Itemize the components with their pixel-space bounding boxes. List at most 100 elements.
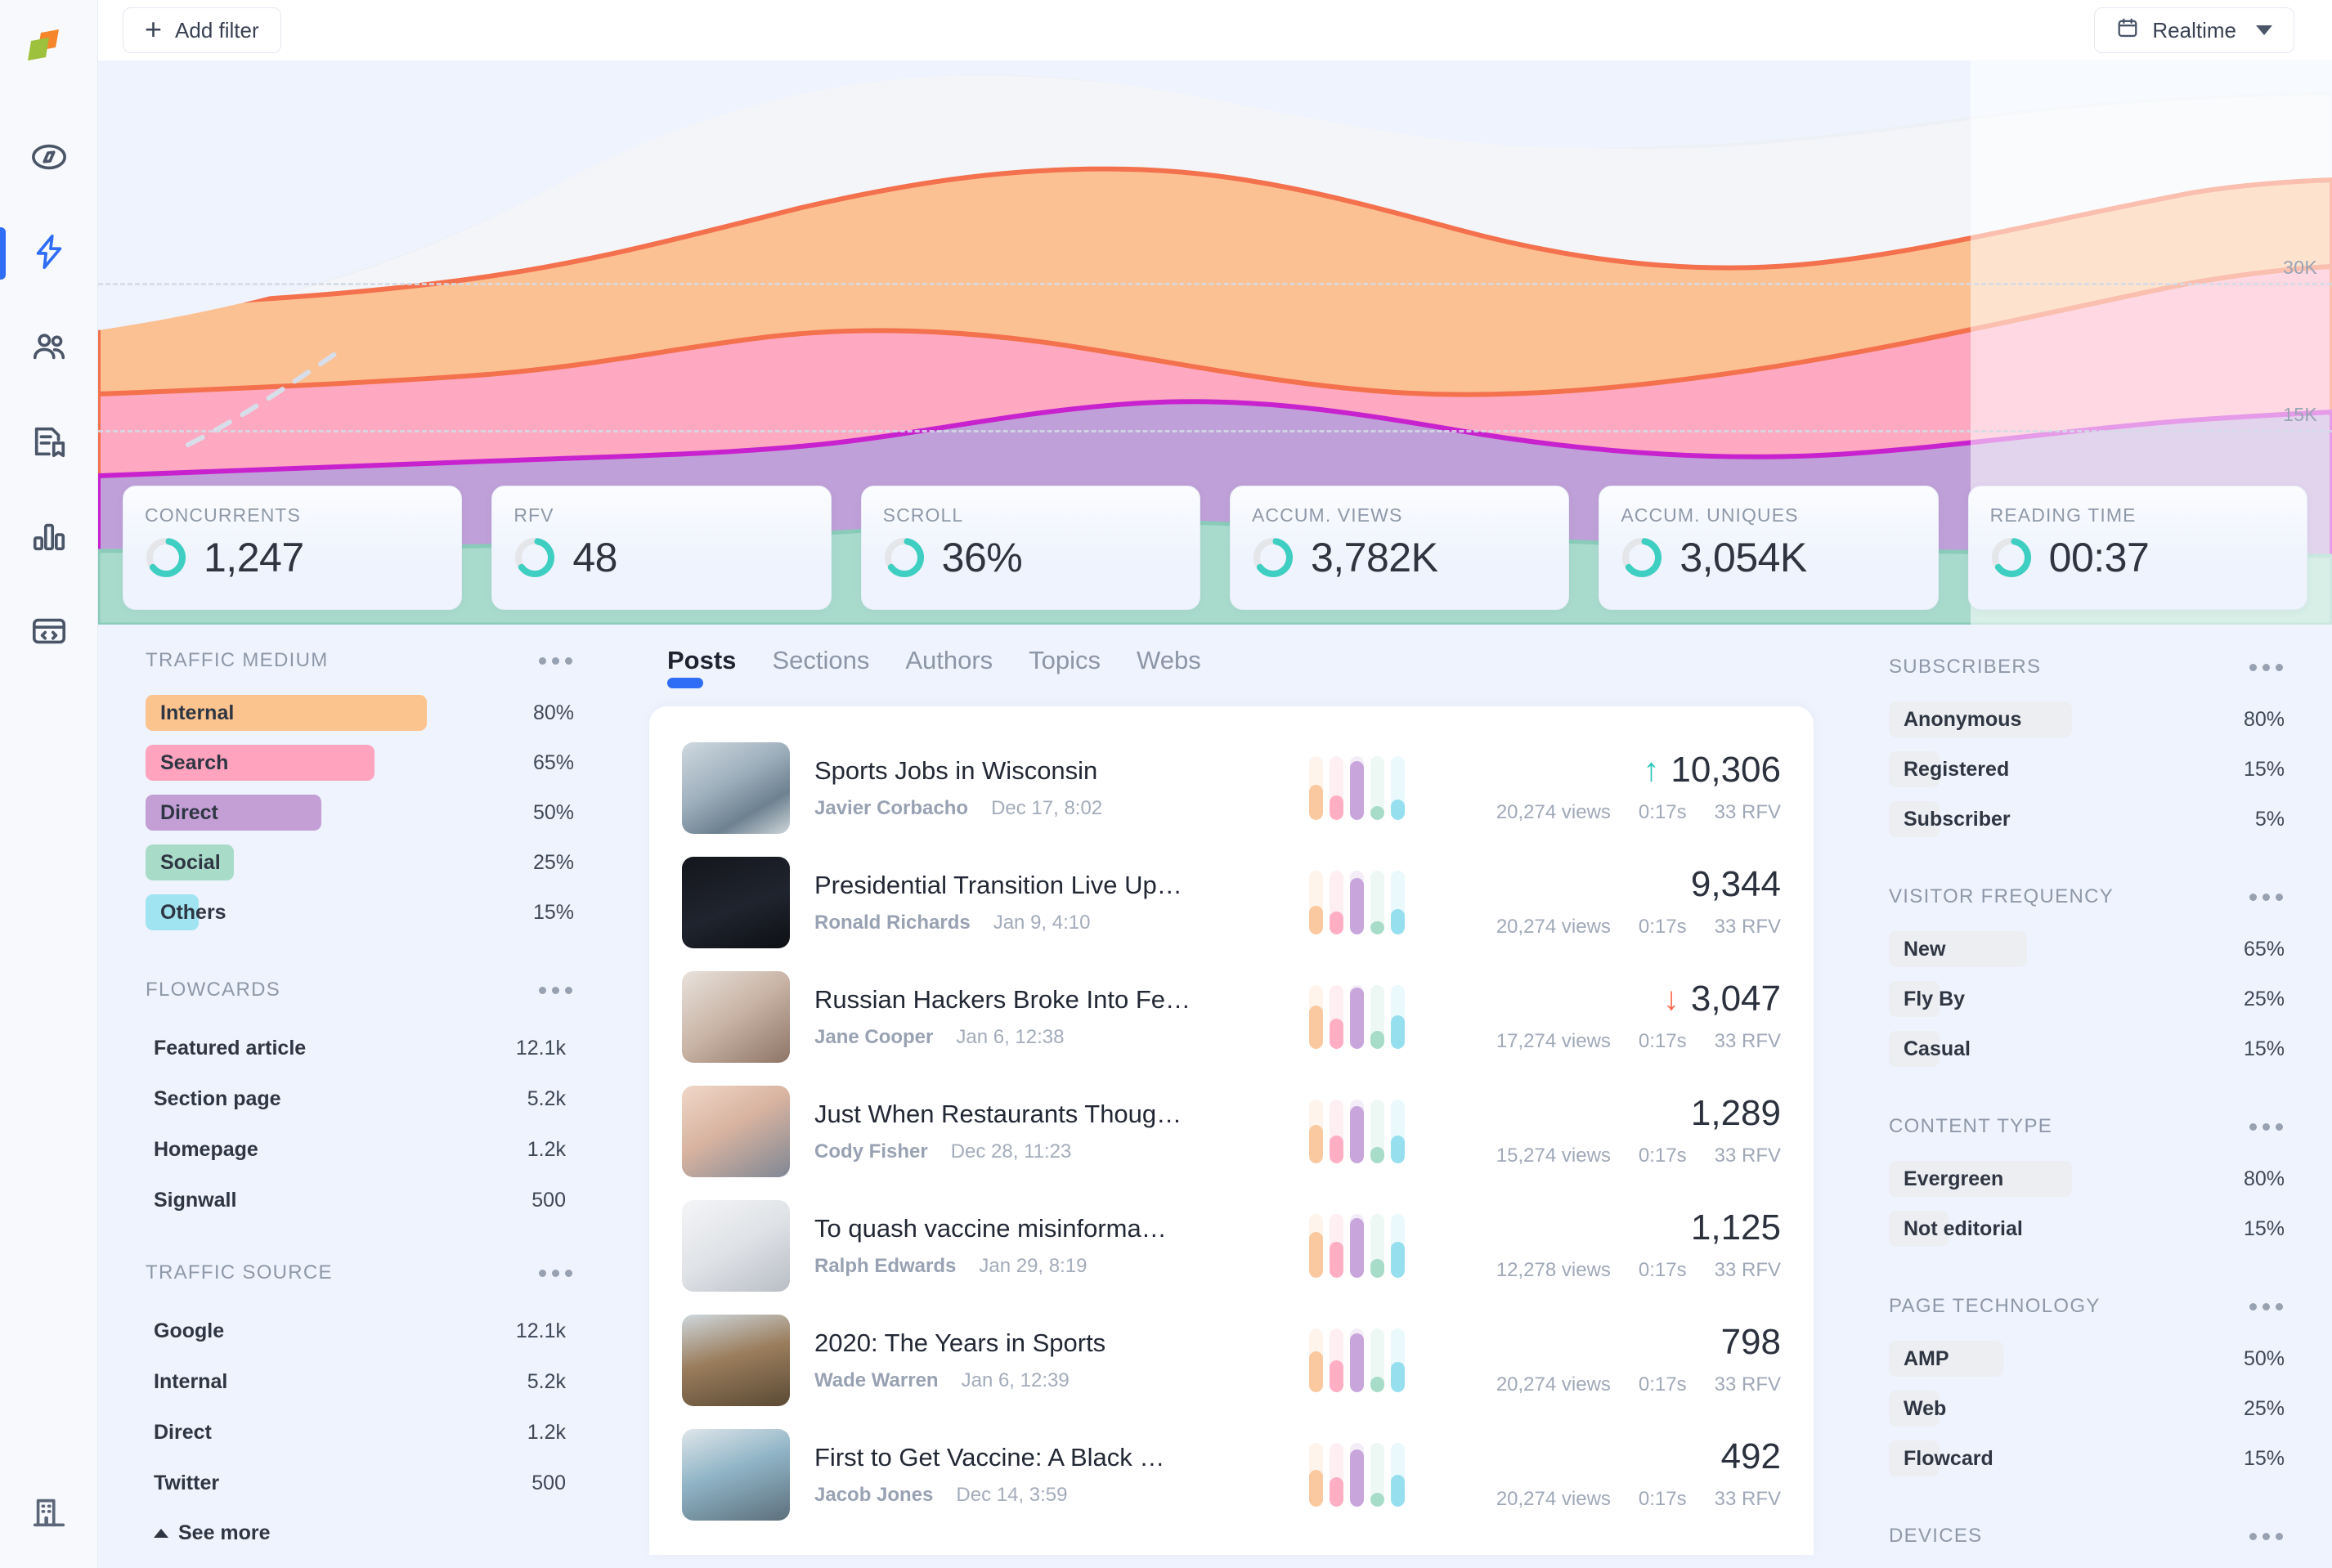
post-row[interactable]: Russian Hackers Broke Into Fe…Jane Coope… (682, 960, 1781, 1074)
bar-row[interactable]: Others15% (146, 893, 574, 932)
list-item[interactable]: Internal5.2k (146, 1356, 574, 1407)
post-title[interactable]: Just When Restaurants Thoug… (814, 1100, 1309, 1129)
see-more-label: See more (178, 1521, 271, 1545)
bar-row[interactable]: New65% (1889, 930, 2285, 969)
tab-topics[interactable]: Topics (1029, 646, 1101, 688)
plus-icon: + (145, 15, 162, 44)
metric-label: RFV (513, 504, 809, 526)
tab-sections[interactable]: Sections (772, 646, 869, 688)
gauge-icon (1252, 536, 1294, 579)
spark-bar (1309, 756, 1323, 820)
flag-logo[interactable] (23, 21, 75, 74)
post-author: Ralph Edwards (814, 1255, 956, 1278)
article-bookmark-icon (30, 423, 68, 464)
tab-authors[interactable]: Authors (905, 646, 993, 688)
metric-card[interactable]: Reading time00:37 (1968, 486, 2307, 610)
post-title[interactable]: Sports Jobs in Wisconsin (814, 756, 1309, 786)
metric-card[interactable]: Concurrents1,247 (123, 486, 462, 610)
spark-bar (1350, 985, 1364, 1049)
post-row[interactable]: To quash vaccine misinforma… Ralph Edward… (682, 1189, 1781, 1303)
post-thumbnail (682, 1086, 790, 1177)
bar-track: Not editorial (1889, 1211, 1949, 1247)
more-options-icon[interactable] (537, 1265, 574, 1282)
post-title[interactable]: First to Get Vaccine: A Black … (814, 1443, 1309, 1472)
bar-row[interactable]: AMP50% (1889, 1339, 2285, 1378)
more-options-icon[interactable] (2248, 889, 2285, 906)
bar-row[interactable]: Anonymous80% (1889, 700, 2285, 739)
spark-bar (1370, 1328, 1384, 1392)
sidebar-item-organization[interactable] (0, 1494, 98, 1535)
traffic-source-header: Traffic source (146, 1261, 574, 1284)
list-item-label: Google (154, 1319, 224, 1343)
post-row[interactable]: First to Get Vaccine: A Black …Jacob Jon… (682, 1418, 1781, 1532)
tab-webs[interactable]: Webs (1137, 646, 1201, 688)
bar-row[interactable]: Fly By25% (1889, 979, 2285, 1019)
bar-row[interactable]: Subscriber5% (1889, 800, 2285, 839)
visitor-frequency-title: Visitor frequency (1889, 885, 2114, 908)
bar-row[interactable]: Search65% (146, 743, 574, 782)
post-title[interactable]: Russian Hackers Broke Into Fe… (814, 985, 1309, 1015)
more-options-icon[interactable] (2248, 1528, 2285, 1545)
post-row[interactable]: Presidential Transition Live Up…Ronald R… (682, 845, 1781, 960)
bar-row[interactable]: Internal80% (146, 693, 574, 732)
metric-label: Accum. uniques (1621, 504, 1916, 526)
post-title[interactable]: Presidential Transition Live Up… (814, 871, 1309, 900)
sidebar-item-developers[interactable] (0, 585, 98, 680)
post-title[interactable]: To quash vaccine misinforma… (814, 1214, 1309, 1243)
see-more-button[interactable]: See more (146, 1521, 574, 1545)
post-row[interactable]: 2020: The Years in SportsWade WarrenJan … (682, 1303, 1781, 1418)
bar-row[interactable]: Evergreen80% (1889, 1159, 2285, 1198)
tab-posts[interactable]: Posts (667, 646, 736, 688)
metric-card[interactable]: Accum. uniques3,054K (1599, 486, 1938, 610)
more-options-icon[interactable] (2248, 659, 2285, 676)
post-row[interactable]: Just When Restaurants Thoug…Cody FisherD… (682, 1074, 1781, 1189)
bar-track: Web (1889, 1391, 1940, 1427)
date-range-button[interactable]: Realtime (2094, 7, 2294, 53)
list-item[interactable]: Google12.1k (146, 1306, 574, 1356)
bar-row[interactable]: Flowcard15% (1889, 1439, 2285, 1478)
page-technology-list: AMP50% Web25% Flowcard15% (1889, 1339, 2285, 1478)
more-options-icon[interactable] (537, 652, 574, 670)
list-item[interactable]: Featured article12.1k (146, 1023, 574, 1073)
list-item[interactable]: Signwall500 (146, 1175, 574, 1225)
more-options-icon[interactable] (2248, 1298, 2285, 1315)
metric-card[interactable]: RFV48 (491, 486, 831, 610)
post-metric-value: 798 (1454, 1324, 1781, 1360)
bar-row[interactable]: Web25% (1889, 1389, 2285, 1428)
y-tick-15k: 15K (2283, 404, 2317, 426)
add-filter-button[interactable]: + Add filter (123, 7, 281, 53)
more-options-icon[interactable] (2248, 1118, 2285, 1136)
sidebar-item-explore[interactable] (0, 111, 98, 206)
list-item[interactable]: Twitter500 (146, 1458, 574, 1508)
post-author: Javier Corbacho (814, 797, 968, 820)
dashboard-content: Traffic medium Internal80%Search65%Direc… (98, 625, 2332, 1568)
list-item[interactable]: Homepage1.2k (146, 1124, 574, 1175)
bar-row[interactable]: Casual15% (1889, 1029, 2285, 1068)
bar-chart-icon (30, 517, 68, 559)
bar-row[interactable]: Not editorial15% (1889, 1209, 2285, 1248)
more-options-icon[interactable] (537, 982, 574, 999)
bar-row[interactable]: Social25% (146, 843, 574, 882)
spark-bar (1370, 1214, 1384, 1278)
metric-card[interactable]: Accum. views3,782K (1230, 486, 1569, 610)
sidebar-item-realtime[interactable] (0, 206, 98, 301)
post-rfv: 33 RFV (1715, 1373, 1781, 1396)
post-title[interactable]: 2020: The Years in Sports (814, 1328, 1309, 1358)
gauge-icon (1621, 536, 1663, 579)
post-date: Dec 28, 11:23 (951, 1140, 1072, 1163)
sidebar-item-reports[interactable] (0, 491, 98, 585)
list-item-value: 1.2k (527, 1138, 566, 1162)
traffic-source-list: Google12.1kInternal5.2kDirect1.2kTwitter… (146, 1306, 574, 1508)
post-sparkline (1309, 756, 1405, 820)
list-item[interactable]: Section page5.2k (146, 1073, 574, 1124)
bar-row[interactable]: Direct50% (146, 793, 574, 832)
bar-track: New (1889, 931, 2027, 967)
bar-track: AMP (1889, 1341, 2003, 1377)
bar-row[interactable]: Registered15% (1889, 750, 2285, 789)
list-item[interactable]: Direct1.2k (146, 1407, 574, 1458)
realtime-area-chart[interactable]: 30K 15K May 17 24:00 Concurrents1,247RFV… (98, 60, 2332, 625)
post-row[interactable]: Sports Jobs in WisconsinJavier CorbachoD… (682, 731, 1781, 845)
sidebar-item-audience[interactable] (0, 301, 98, 396)
sidebar-item-content[interactable] (0, 396, 98, 491)
metric-card[interactable]: Scroll36% (861, 486, 1200, 610)
